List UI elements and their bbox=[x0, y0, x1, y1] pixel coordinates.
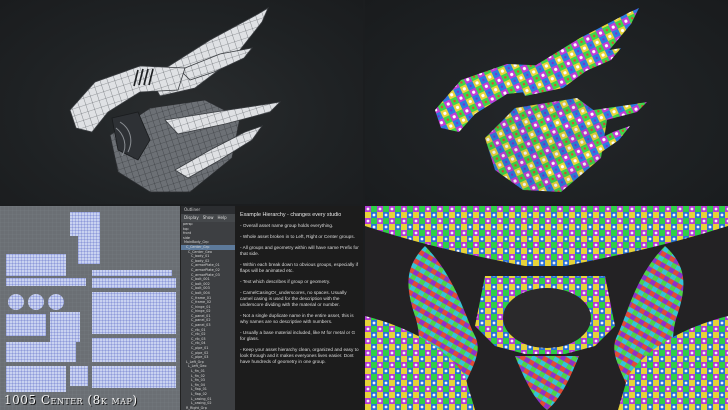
outliner-tree[interactable]: persp top front side MainBody_Grp C_Center_Gr… bbox=[181, 222, 235, 410]
outliner-menu-bar: Display Show Help bbox=[181, 214, 235, 222]
wireframe-model bbox=[69, 7, 282, 193]
uv-layout-panel: 1005 Center (8k map) Outliner Display Sh… bbox=[0, 206, 363, 410]
note-item: - Whole asset broken in to Left, Right o… bbox=[240, 234, 355, 239]
uv-map-caption: 1005 Center (8k map) bbox=[4, 393, 138, 407]
note-item: - Overall asset name group holds everyth… bbox=[240, 223, 334, 228]
interior-checker-render-panel bbox=[365, 206, 728, 410]
menu-help[interactable]: Help bbox=[218, 214, 227, 222]
uv-checker-render-panel bbox=[365, 0, 728, 204]
uv-map-grid bbox=[0, 206, 180, 410]
note-item: - Text which describes if group or geome… bbox=[240, 279, 331, 284]
interior-checker-model bbox=[365, 206, 728, 410]
checker-model bbox=[435, 8, 647, 192]
menu-display[interactable]: Display bbox=[184, 214, 199, 222]
outliner-title: Outliner bbox=[181, 206, 235, 214]
note-item: - Not a single duplicate name in the ent… bbox=[240, 313, 354, 324]
note-item: - Within each break down to obvious grou… bbox=[240, 262, 359, 273]
wireframe-render-panel bbox=[0, 0, 363, 204]
note-item: - Usually a base material included, like… bbox=[240, 330, 356, 341]
note-item: - All groups and geometry within will ha… bbox=[240, 245, 359, 256]
notes-list: - Overall asset name group holds everyth… bbox=[240, 223, 359, 365]
hierarchy-notes: Example Hierarchy - changes every studio… bbox=[235, 206, 363, 410]
outliner-window[interactable]: Outliner Display Show Help persp top front… bbox=[180, 206, 235, 410]
note-item: - Keep your asset hierarchy clean, organ… bbox=[240, 347, 359, 364]
uv-map-viewport[interactable]: 1005 Center (8k map) bbox=[0, 206, 180, 410]
notes-heading: Example Hierarchy - changes every studio bbox=[240, 212, 342, 218]
note-item: - CamelCasingOr_underscores, no spaces. … bbox=[240, 290, 347, 307]
menu-show[interactable]: Show bbox=[203, 214, 214, 222]
